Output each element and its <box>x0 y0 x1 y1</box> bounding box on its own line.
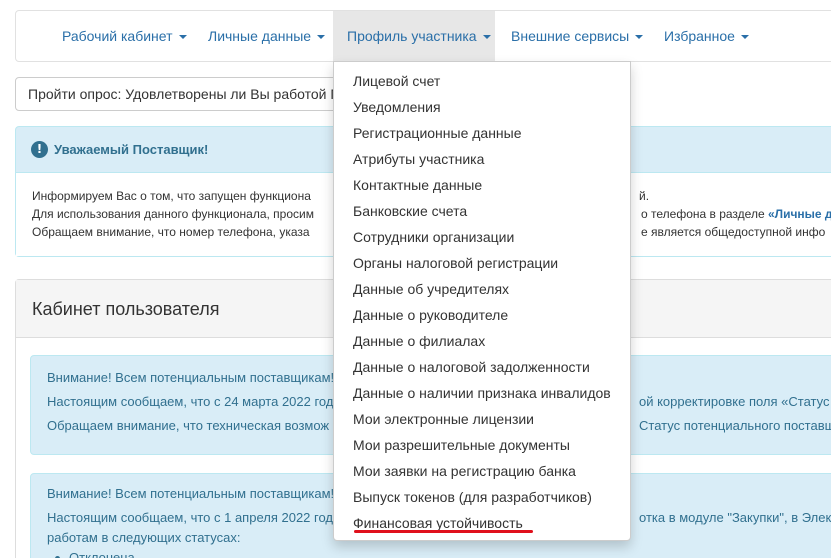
menu-item-director[interactable]: Данные о руководителе <box>334 302 630 328</box>
alert-line: Для использования данного функционала, п… <box>32 207 314 221</box>
menu-item-tokens[interactable]: Выпуск токенов (для разработчиков) <box>334 484 630 510</box>
notice-line: Обращаем внимание, что техническая возмо… <box>47 418 330 433</box>
caret-down-icon <box>482 35 491 40</box>
alert-line-text: о телефона в разделе <box>641 207 765 221</box>
nav-work-cabinet[interactable]: Рабочий кабинет <box>62 11 187 61</box>
alert-line: Обращаем внимание, что номер телефона, у… <box>32 225 310 239</box>
nav-external-services[interactable]: Внешние сервисы <box>511 11 644 61</box>
menu-item-tax-authorities[interactable]: Органы налоговой регистрации <box>334 250 630 276</box>
nav-label: Рабочий кабинет <box>62 28 173 44</box>
menu-item-participant-attributes[interactable]: Атрибуты участника <box>334 146 630 172</box>
highlight-underline <box>354 530 533 533</box>
notice-line: ой корректировке поля «Статус п <box>639 394 831 409</box>
alert-title: Уважаемый Поставщик! <box>54 142 209 157</box>
nav-label: Внешние сервисы <box>511 28 630 44</box>
alert-line: е является общедоступной инфо <box>641 225 826 239</box>
personal-data-link[interactable]: «Личные д <box>768 207 831 221</box>
nav-favorites[interactable]: Избранное <box>664 11 749 61</box>
menu-item-licenses[interactable]: Мои электронные лицензии <box>334 406 630 432</box>
menu-item-permits[interactable]: Мои разрешительные документы <box>334 432 630 458</box>
nav-personal-data[interactable]: Личные данные <box>208 11 326 61</box>
menu-item-employees[interactable]: Сотрудники организации <box>334 224 630 250</box>
menu-item-tax-debt[interactable]: Данные о налоговой задолженности <box>334 354 630 380</box>
alert-line: й. <box>639 189 650 203</box>
menu-item-account[interactable]: Лицевой счет <box>334 68 630 94</box>
menu-item-branches[interactable]: Данные о филиалах <box>334 328 630 354</box>
alert-line: о телефона в разделе «Личные д <box>641 205 831 223</box>
top-navbar: Рабочий кабинет Личные данные Профиль уч… <box>15 10 831 62</box>
nav-participant-profile[interactable]: Профиль участника <box>333 11 495 61</box>
notice-line: Внимание! Всем потенциальным поставщикам… <box>47 486 335 501</box>
survey-link[interactable]: Пройти опрос: Удовлетворены ли Вы работо… <box>15 77 345 111</box>
caret-down-icon <box>635 35 644 40</box>
menu-item-registration-data[interactable]: Регистрационные данные <box>334 120 630 146</box>
caret-down-icon <box>317 35 326 40</box>
alert-line: Информируем Вас о том, что запущен функц… <box>32 189 311 203</box>
survey-text: Пройти опрос: Удовлетворены ли Вы работо… <box>28 86 341 102</box>
notice-line: отка в модуле "Закупки", в Электр <box>639 510 831 525</box>
menu-item-founders[interactable]: Данные об учредителях <box>334 276 630 302</box>
nav-label: Личные данные <box>208 28 312 44</box>
notice-line: Настоящим сообщаем, что с 1 апреля 2022 … <box>47 510 341 525</box>
notice-line: Настоящим сообщаем, что с 24 марта 2022 … <box>47 394 334 409</box>
menu-item-notifications[interactable]: Уведомления <box>334 94 630 120</box>
notice-line: работам в следующих статусах: <box>47 530 241 545</box>
exclamation-circle-icon: ! <box>31 141 48 158</box>
notice-line: Внимание! Всем потенциальным поставщикам… <box>47 370 335 385</box>
menu-item-contact-data[interactable]: Контактные данные <box>334 172 630 198</box>
menu-item-bank-registration[interactable]: Мои заявки на регистрацию банка <box>334 458 630 484</box>
notice-line: Статус потенциального поставщи <box>639 418 831 433</box>
menu-item-bank-accounts[interactable]: Банковские счета <box>334 198 630 224</box>
menu-item-disability-sign[interactable]: Данные о наличии признака инвалидов <box>334 380 630 406</box>
participant-profile-dropdown: Лицевой счет Уведомления Регистрационные… <box>333 61 631 541</box>
nav-label: Профиль участника <box>347 28 477 44</box>
caret-down-icon <box>740 35 749 40</box>
nav-label: Избранное <box>664 28 735 44</box>
status-item: Отклонена <box>69 550 135 558</box>
caret-down-icon <box>178 35 187 40</box>
